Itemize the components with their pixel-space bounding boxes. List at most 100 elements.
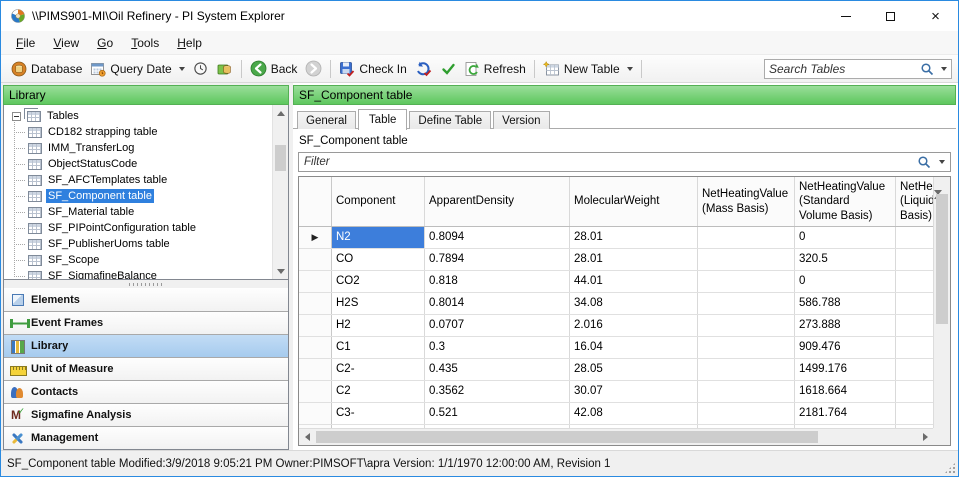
tree-scrollbar[interactable] [272,105,288,279]
grid-vertical-scrollbar[interactable] [933,177,950,428]
search-icon[interactable] [920,62,934,76]
grid-cell[interactable]: 28.05 [570,359,698,380]
check-in-button[interactable]: Check In [335,58,410,80]
grid-cell[interactable]: CO [332,249,425,270]
row-selector[interactable] [299,315,332,336]
menu-item[interactable]: File [7,32,44,54]
tree-item-label[interactable]: SF_Material table [46,205,136,219]
grid-cell[interactable]: N2 [332,227,425,248]
close-button[interactable]: × [913,1,958,31]
grid-column-header[interactable]: MolecularWeight [570,177,698,226]
title-bar[interactable]: \\PIMS901-MI\Oil Refinery - PI System Ex… [1,1,958,31]
tree-item-label[interactable]: SF_Component table [46,189,154,203]
scroll-up-icon[interactable] [273,105,288,121]
undo-checkout-button[interactable] [411,58,437,80]
grid-cell[interactable]: 0 [795,271,896,292]
grid-cell[interactable]: 0.521 [425,403,570,424]
scroll-left-icon[interactable] [299,429,315,445]
filter-input[interactable] [304,156,912,168]
filter-dropdown-icon[interactable] [939,160,945,164]
grid-row[interactable]: C2- 0.435 28.05 1499.176 [299,359,933,381]
database-button[interactable]: Database [7,58,86,80]
tree-item-label[interactable]: ObjectStatusCode [46,157,139,171]
grid-cell[interactable]: 0.3 [425,337,570,358]
tree-root-label[interactable]: Tables [45,109,81,123]
tree-item[interactable]: CD182 strapping table [6,124,288,140]
grid-cell[interactable]: 909.476 [795,337,896,358]
grid-cell[interactable]: CO2 [332,271,425,292]
nav-item[interactable]: Elements [4,288,288,311]
back-button[interactable]: Back [246,57,302,80]
grid-cell[interactable] [896,359,933,380]
nav-item[interactable]: Library [4,334,288,357]
nav-item[interactable]: Sigmafine Analysis [4,403,288,426]
tree-item[interactable]: SF_Scope [6,252,288,268]
grid-cell[interactable]: 0.435 [425,359,570,380]
grid-row[interactable]: H2 0.0707 2.016 273.888 [299,315,933,337]
grid-cell[interactable]: 0.0707 [425,315,570,336]
grid-cell[interactable]: 42.08 [570,403,698,424]
tree-item[interactable]: SF_AFCTemplates table [6,172,288,188]
menu-item[interactable]: Help [168,32,211,54]
grid-cell[interactable] [896,337,933,358]
grid-cell[interactable]: C2 [332,381,425,402]
grid-cell[interactable] [896,249,933,270]
grid-row[interactable]: H2S 0.8014 34.08 586.788 [299,293,933,315]
grid-cell[interactable] [896,293,933,314]
tree-item[interactable]: SF_Component table [6,188,288,204]
grid-row[interactable]: C2 0.3562 30.07 1618.664 [299,381,933,403]
grid-cell[interactable] [698,227,795,248]
tree-item-label[interactable]: SF_PublisherUoms table [46,237,172,251]
search-tables-box[interactable] [764,58,952,79]
grid-cell[interactable] [698,337,795,358]
menu-item[interactable]: Tools [122,32,168,54]
grid-column-header[interactable]: NetHeatingValue (Mass Basis) [698,177,795,226]
grid-row[interactable]: C3- 0.521 42.08 2181.764 [299,403,933,425]
grid-cell[interactable]: 0.8094 [425,227,570,248]
nav-item[interactable]: Management [4,426,288,449]
grid-row[interactable]: C1 0.3 16.04 909.476 [299,337,933,359]
tree-item-label[interactable]: SF_AFCTemplates table [46,173,169,187]
menu-item[interactable]: Go [88,32,122,54]
tab[interactable]: Table [357,109,408,130]
grid-row[interactable]: CO 0.7894 28.01 320.5 [299,249,933,271]
grid-cell[interactable] [698,293,795,314]
tree-item[interactable]: ObjectStatusCode [6,156,288,172]
tree-root-tables[interactable]: Tables [6,108,288,124]
grid-cell[interactable]: 0 [795,227,896,248]
tree-item[interactable]: IMM_TransferLog [6,140,288,156]
forward-button[interactable] [301,57,326,80]
grid-cell[interactable]: C1 [332,337,425,358]
tab[interactable]: Version [493,111,550,129]
refresh-button[interactable]: Refresh [460,58,530,80]
grid-cell[interactable] [698,403,795,424]
grid-cell[interactable]: 320.5 [795,249,896,270]
row-selector[interactable] [299,403,332,424]
tree-item-label[interactable]: SF_Scope [46,253,101,267]
grid-column-header[interactable]: NetHea (Liquid Basis) [896,177,933,226]
row-selector[interactable] [299,293,332,314]
tab[interactable]: Define Table [409,111,492,129]
grid-row[interactable]: CO2 0.818 44.01 0 [299,271,933,293]
grid-cell[interactable]: 16.04 [570,337,698,358]
tree-item-label[interactable]: SF_SigmafineBalance [46,269,159,279]
tree-item[interactable]: SF_Material table [6,204,288,220]
grid-cell[interactable]: 2.016 [570,315,698,336]
grid-cell[interactable] [896,403,933,424]
select-all-header[interactable] [299,177,332,226]
tree-item-label[interactable]: CD182 strapping table [46,125,159,139]
filter-search-icon[interactable] [917,155,931,169]
maximize-button[interactable] [868,1,913,31]
apply-button[interactable] [437,59,460,79]
grid-cell[interactable]: C3- [332,403,425,424]
grid-cell[interactable]: 273.888 [795,315,896,336]
grid-cell[interactable] [698,381,795,402]
filter-box[interactable] [298,152,951,172]
row-selector[interactable] [299,271,332,292]
tree-item[interactable]: SF_SigmafineBalance [6,268,288,279]
nav-item[interactable]: Unit of Measure [4,357,288,380]
grid-cell[interactable]: 1499.176 [795,359,896,380]
grid-cell[interactable]: 28.01 [570,249,698,270]
minimize-button[interactable] [823,1,868,31]
grid-cell[interactable]: 2181.764 [795,403,896,424]
